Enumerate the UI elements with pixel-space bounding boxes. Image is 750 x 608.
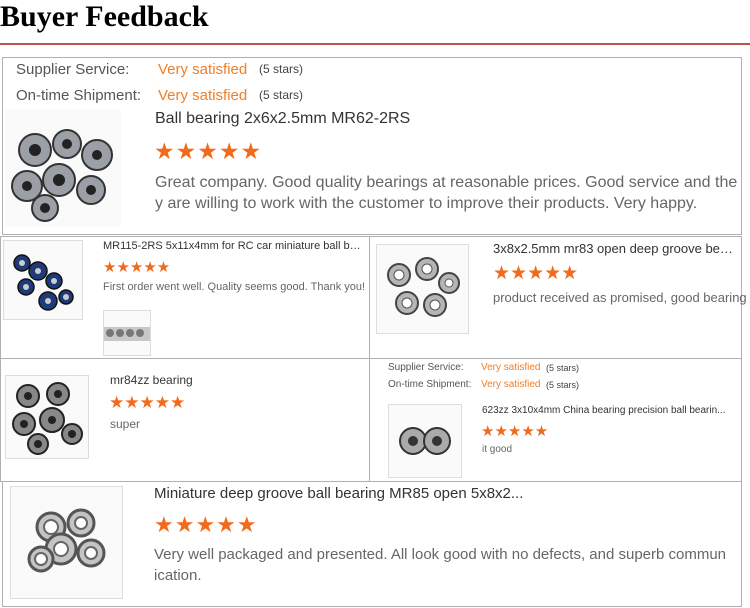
card-5-supplier-label: Supplier Service:: [388, 362, 464, 373]
supplier-service-value: Very satisfied: [158, 61, 248, 78]
review-5-comment: it good: [482, 444, 513, 455]
card-5-supplier-value: Very satisfied: [481, 362, 541, 373]
card-5-shipment-value: Very satisfied: [481, 379, 541, 390]
review-4-comment: super: [110, 417, 141, 431]
bearings-photo-icon: [11, 129, 113, 222]
review-1-title[interactable]: Ball bearing 2x6x2.5mm MR62-2RS: [155, 110, 410, 128]
supplier-service-stars: (5 stars): [259, 62, 304, 76]
card-5-supplier-stars: (5 stars): [546, 363, 580, 373]
miniature-bearings-photo-icon: [27, 508, 106, 573]
product-image-mr84zz[interactable]: [5, 375, 89, 459]
review-4-stars: ★★★★★: [109, 393, 186, 412]
open-bearings-photo-icon: [387, 257, 460, 317]
review-4-title[interactable]: mr84zz bearing: [110, 373, 193, 387]
card-5-shipment-stars: (5 stars): [546, 380, 580, 390]
review-2-stars: ★★★★★: [103, 259, 171, 276]
review-6-title[interactable]: Miniature deep groove ball bearing MR85 …: [154, 485, 523, 502]
precision-bearings-photo-icon: [399, 427, 451, 455]
product-image-623zz[interactable]: [388, 404, 462, 478]
product-image-mr83[interactable]: [376, 244, 469, 334]
shielded-bearings-photo-icon: [12, 382, 83, 455]
review-1-stars: ★★★★★: [154, 138, 263, 164]
supplier-service-label: Supplier Service:: [16, 61, 130, 78]
review-6-comment: Very well packaged and presented. All lo…: [154, 546, 727, 584]
review-6-stars: ★★★★★: [154, 512, 258, 537]
blue-bearings-photo-icon: [13, 254, 74, 311]
shipment-value: Very satisfied: [158, 87, 248, 104]
review-2-photo[interactable]: [103, 310, 151, 356]
review-3-comment: product received as promised, good beari…: [493, 290, 747, 305]
review-5-title[interactable]: 623zz 3x10x4mm China bearing precision b…: [482, 405, 738, 416]
product-image-bearings[interactable]: [5, 110, 121, 226]
page-title: Buyer Feedback: [0, 0, 209, 33]
review-3-stars: ★★★★★: [493, 263, 579, 284]
review-3-title[interactable]: 3x8x2.5mm mr83 open deep groove bearing: [493, 241, 739, 256]
bearings-photo-icon: [104, 327, 150, 341]
review-2-title[interactable]: MR115-2RS 5x11x4mm for RC car miniature …: [103, 240, 365, 252]
review-2-comment: First order went well. Quality seems goo…: [103, 281, 366, 293]
product-image-mr85[interactable]: [10, 486, 123, 599]
title-divider: [0, 43, 750, 45]
review-5-stars: ★★★★★: [481, 423, 549, 440]
product-image-blue-bearings[interactable]: [3, 240, 83, 320]
card-5-shipment-label: On-time Shipment:: [388, 379, 472, 390]
shipment-stars: (5 stars): [259, 88, 304, 102]
shipment-label: On-time Shipment:: [16, 87, 142, 104]
review-1-comment: Great company. Good quality bearings at …: [155, 174, 738, 212]
